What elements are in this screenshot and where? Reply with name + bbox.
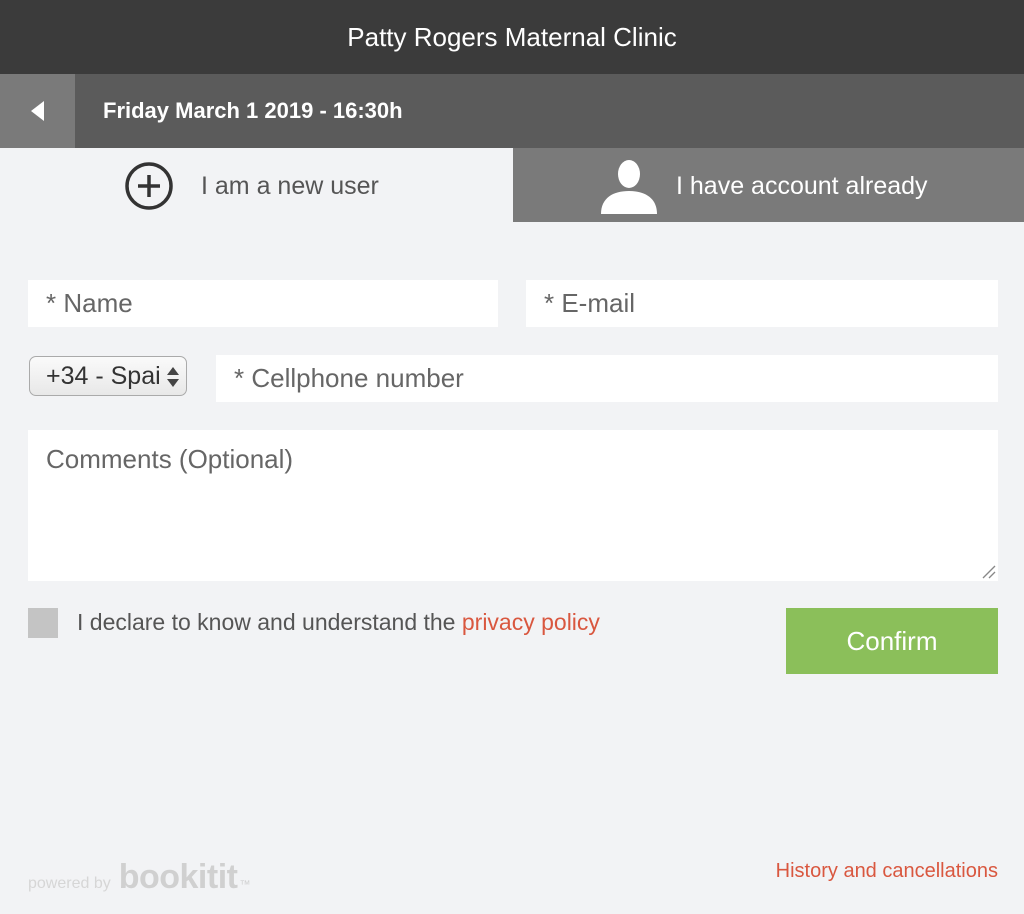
name-input[interactable] (28, 280, 498, 327)
powered-by-logo: powered by bookitit ™ (28, 858, 250, 897)
tab-new-user-label: I am a new user (201, 172, 379, 200)
declaration-text: I declare to know and understand the (77, 609, 462, 635)
user-tabs: I am a new user I have account already (0, 148, 1024, 222)
email-input[interactable] (526, 280, 998, 327)
resize-grip-icon[interactable] (980, 563, 996, 579)
history-cancellations-link[interactable]: History and cancellations (776, 860, 998, 883)
tab-new-user[interactable]: I am a new user (0, 148, 513, 222)
tab-existing-account[interactable]: I have account already (513, 148, 1024, 222)
powered-by-text: powered by (28, 875, 111, 892)
confirm-button[interactable]: Confirm (786, 608, 998, 674)
country-code-value: +34 - Spain (46, 362, 162, 390)
tab-existing-account-label: I have account already (676, 172, 928, 200)
user-icon (601, 160, 657, 214)
clinic-title: Patty Rogers Maternal Clinic (347, 21, 677, 52)
cellphone-input[interactable] (216, 355, 998, 402)
date-bar: Friday March 1 2019 - 16:30h (0, 74, 1024, 148)
select-arrows-icon (167, 367, 179, 387)
privacy-declaration: I declare to know and understand the pri… (77, 609, 600, 636)
country-code-select[interactable]: +34 - Spain (29, 356, 187, 396)
privacy-checkbox[interactable] (28, 608, 58, 638)
comments-textarea[interactable] (28, 430, 998, 581)
appointment-date: Friday March 1 2019 - 16:30h (103, 98, 403, 123)
brand-name: bookitit (118, 858, 238, 896)
privacy-policy-link[interactable]: privacy policy (462, 609, 600, 635)
back-button[interactable] (0, 74, 75, 148)
back-arrow-icon (30, 101, 44, 121)
header-bar: Patty Rogers Maternal Clinic (0, 0, 1024, 74)
brand-trademark: ™ (239, 879, 251, 891)
plus-circle-icon (125, 162, 173, 210)
